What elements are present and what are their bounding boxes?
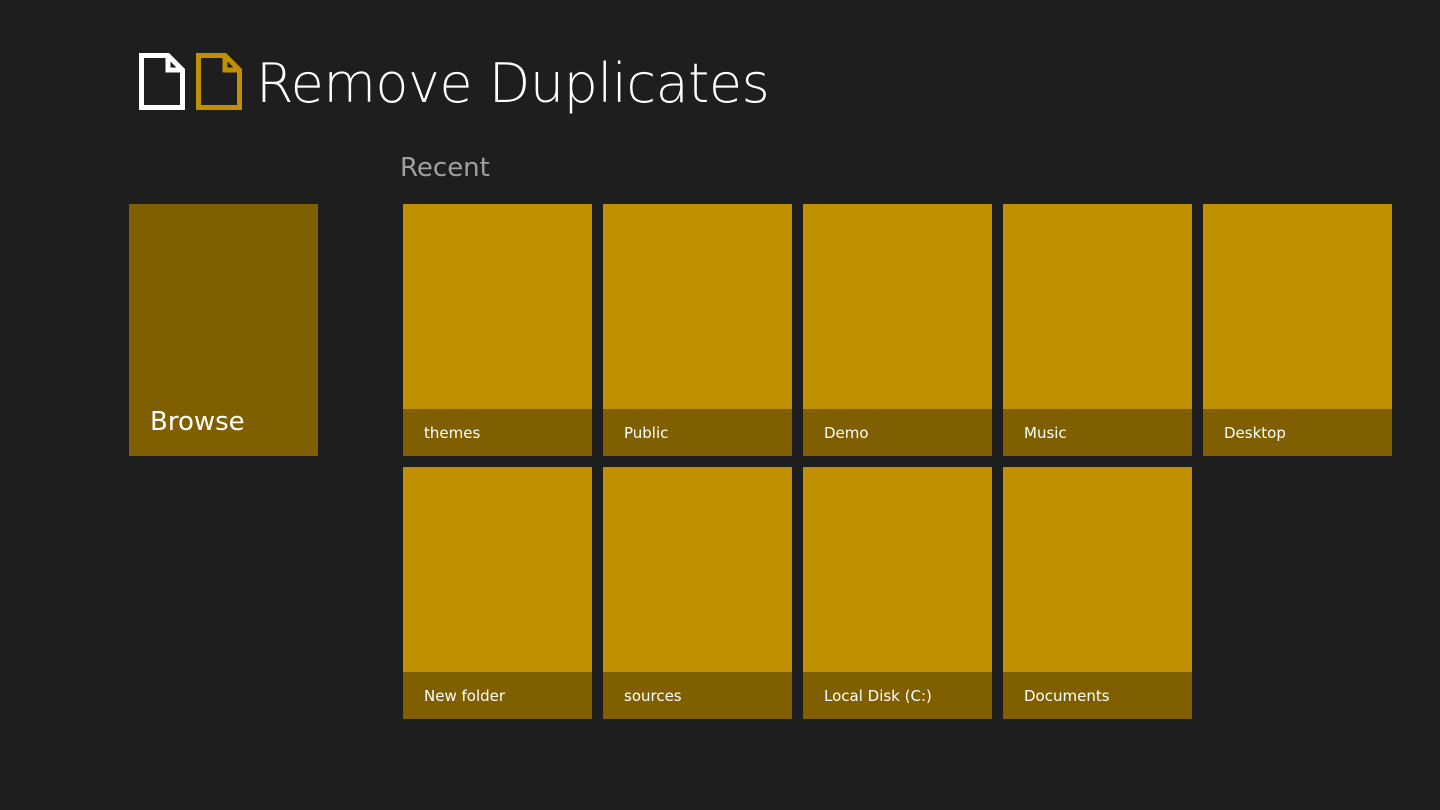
recent-tile-new-folder[interactable]: New folder	[403, 467, 592, 719]
tile-caption: themes	[403, 409, 592, 456]
tile-caption: Documents	[1003, 672, 1192, 719]
document-gold-icon	[196, 53, 242, 110]
tile-label: New folder	[424, 686, 506, 705]
tile-label: sources	[624, 686, 682, 705]
tile-caption: New folder	[403, 672, 592, 719]
browse-label: Browse	[150, 407, 245, 437]
tile-label: Local Disk (C:)	[824, 686, 932, 705]
recent-tile-local-disk[interactable]: Local Disk (C:)	[803, 467, 992, 719]
recent-tile-public[interactable]: Public	[603, 204, 792, 456]
tile-label: Desktop	[1224, 423, 1286, 442]
tile-label: Documents	[1024, 686, 1110, 705]
recent-tile-documents[interactable]: Documents	[1003, 467, 1192, 719]
tile-caption: Public	[603, 409, 792, 456]
tile-label: themes	[424, 423, 481, 442]
duplicate-documents-icon	[139, 53, 242, 110]
tile-caption: Music	[1003, 409, 1192, 456]
tile-label: Music	[1024, 423, 1067, 442]
recent-tile-demo[interactable]: Demo	[803, 204, 992, 456]
recent-tile-sources[interactable]: sources	[603, 467, 792, 719]
tile-caption: Local Disk (C:)	[803, 672, 992, 719]
recent-tile-music[interactable]: Music	[1003, 204, 1192, 456]
recent-section-title: Recent	[400, 153, 490, 183]
browse-tile[interactable]: Browse	[129, 204, 318, 456]
recent-tiles-grid: themes Public Demo Music Desktop New fol	[403, 204, 1395, 719]
app-window: Remove Duplicates Browse Recent themes P…	[0, 0, 1440, 810]
tile-label: Demo	[824, 423, 869, 442]
recent-tile-themes[interactable]: themes	[403, 204, 592, 456]
document-white-icon	[139, 53, 185, 110]
recent-tile-desktop[interactable]: Desktop	[1203, 204, 1392, 456]
tile-caption: Demo	[803, 409, 992, 456]
tile-caption: sources	[603, 672, 792, 719]
tile-label: Public	[624, 423, 669, 442]
tile-caption: Desktop	[1203, 409, 1392, 456]
app-title: Remove Duplicates	[256, 52, 770, 115]
